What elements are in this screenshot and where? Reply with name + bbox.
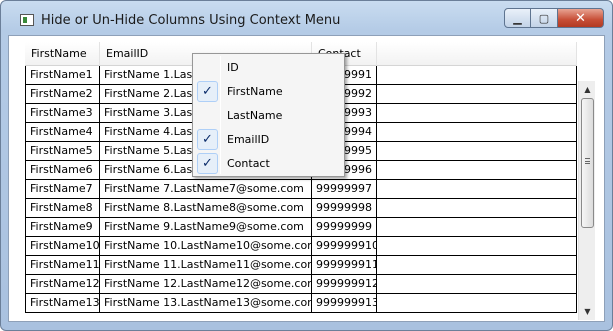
checkmark-icon: ✓ [197,129,218,150]
cell-emailid[interactable]: FirstName 10.LastName10@some.com [100,237,312,256]
cell-firstname[interactable]: FirstName1 [25,66,100,85]
checkmark-icon: ✓ [197,81,218,102]
cell-emailid[interactable]: FirstName 7.LastName7@some.com [100,180,312,199]
window-title: Hide or Un-Hide Columns Using Context Me… [41,13,341,28]
cell-filler[interactable] [377,256,577,275]
menu-item-label: Contact [227,157,270,170]
menu-item-emailid[interactable]: ✓ EmailID [195,128,342,152]
cell-contact[interactable]: 99999997 [312,180,377,199]
cell-firstname[interactable]: FirstName7 [25,180,100,199]
maximize-button[interactable]: ▢ [531,8,558,28]
menu-item-lastname[interactable]: LastName [195,104,342,128]
cell-filler[interactable] [377,123,577,142]
menu-item-contact[interactable]: ✓ Contact [195,152,342,176]
menu-item-label: EmailID [227,133,270,146]
cell-firstname[interactable]: FirstName6 [25,161,100,180]
vertical-scrollbar[interactable]: ▲ ▼ [578,81,595,320]
cell-filler[interactable] [377,180,577,199]
cell-emailid[interactable]: FirstName 12.LastName12@some.com [100,275,312,294]
title-bar[interactable]: Hide or Un-Hide Columns Using Context Me… [1,1,612,35]
table-row[interactable]: FirstName7 FirstName 7.LastName7@some.com… [25,180,577,199]
cell-filler[interactable] [377,142,577,161]
table-row[interactable]: FirstName11 FirstName 11.LastName11@some.… [25,256,577,275]
menu-item-firstname[interactable]: ✓ FirstName [195,80,342,104]
cell-contact[interactable]: 999999913 [312,294,377,313]
cell-emailid[interactable]: FirstName 9.LastName9@some.com [100,218,312,237]
cell-filler[interactable] [377,104,577,123]
cell-emailid[interactable]: FirstName 8.LastName8@some.com [100,199,312,218]
cell-firstname[interactable]: FirstName2 [25,85,100,104]
cell-firstname[interactable]: FirstName12 [25,275,100,294]
scroll-grip-icon [585,158,590,164]
table-row[interactable]: FirstName9 FirstName 9.LastName9@some.com… [25,218,577,237]
cell-emailid[interactable]: FirstName 13.LastName13@some.com [100,294,312,313]
app-window: Hide or Un-Hide Columns Using Context Me… [0,0,613,331]
cell-filler[interactable] [377,294,577,313]
cell-contact[interactable]: 999999910 [312,237,377,256]
checkmark-icon: ✓ [197,153,218,174]
column-context-menu: ID ✓ FirstName LastName ✓ EmailID ✓ Contact [192,53,345,177]
cell-contact[interactable]: 999999911 [312,256,377,275]
menu-item-id[interactable]: ID [195,56,342,80]
cell-firstname[interactable]: FirstName13 [25,294,100,313]
cell-firstname[interactable]: FirstName3 [25,104,100,123]
cell-firstname[interactable]: FirstName10 [25,237,100,256]
cell-filler[interactable] [377,199,577,218]
column-header-firstname[interactable]: FirstName [25,42,100,66]
cell-contact[interactable]: 99999998 [312,199,377,218]
cell-filler[interactable] [377,275,577,294]
cell-filler[interactable] [377,218,577,237]
cell-firstname[interactable]: FirstName4 [25,123,100,142]
close-button[interactable]: ✕ [558,8,604,28]
minimize-button[interactable]: ▁ [504,8,531,28]
cell-firstname[interactable]: FirstName8 [25,199,100,218]
cell-filler[interactable] [377,85,577,104]
window-icon [20,14,34,26]
table-row[interactable]: FirstName8 FirstName 8.LastName8@some.com… [25,199,577,218]
scroll-down-arrow-icon[interactable]: ▼ [579,303,596,320]
scroll-up-arrow-icon[interactable]: ▲ [579,81,596,98]
cell-filler[interactable] [377,237,577,256]
table-row[interactable]: FirstName13 FirstName 13.LastName13@some.… [25,294,577,313]
cell-filler[interactable] [377,66,577,85]
scroll-thumb[interactable] [581,98,594,228]
cell-firstname[interactable]: FirstName9 [25,218,100,237]
menu-item-label: ID [227,61,239,74]
cell-firstname[interactable]: FirstName5 [25,142,100,161]
caption-buttons: ▁ ▢ ✕ [504,8,604,28]
cell-filler[interactable] [377,161,577,180]
cell-contact[interactable]: 99999999 [312,218,377,237]
cell-contact[interactable]: 999999912 [312,275,377,294]
cell-emailid[interactable]: FirstName 11.LastName11@some.com [100,256,312,275]
cell-firstname[interactable]: FirstName11 [25,256,100,275]
menu-item-label: LastName [227,109,283,122]
table-row[interactable]: FirstName10 FirstName 10.LastName10@some.… [25,237,577,256]
menu-item-label: FirstName [227,85,283,98]
column-header-filler [377,42,577,66]
table-row[interactable]: FirstName12 FirstName 12.LastName12@some.… [25,275,577,294]
